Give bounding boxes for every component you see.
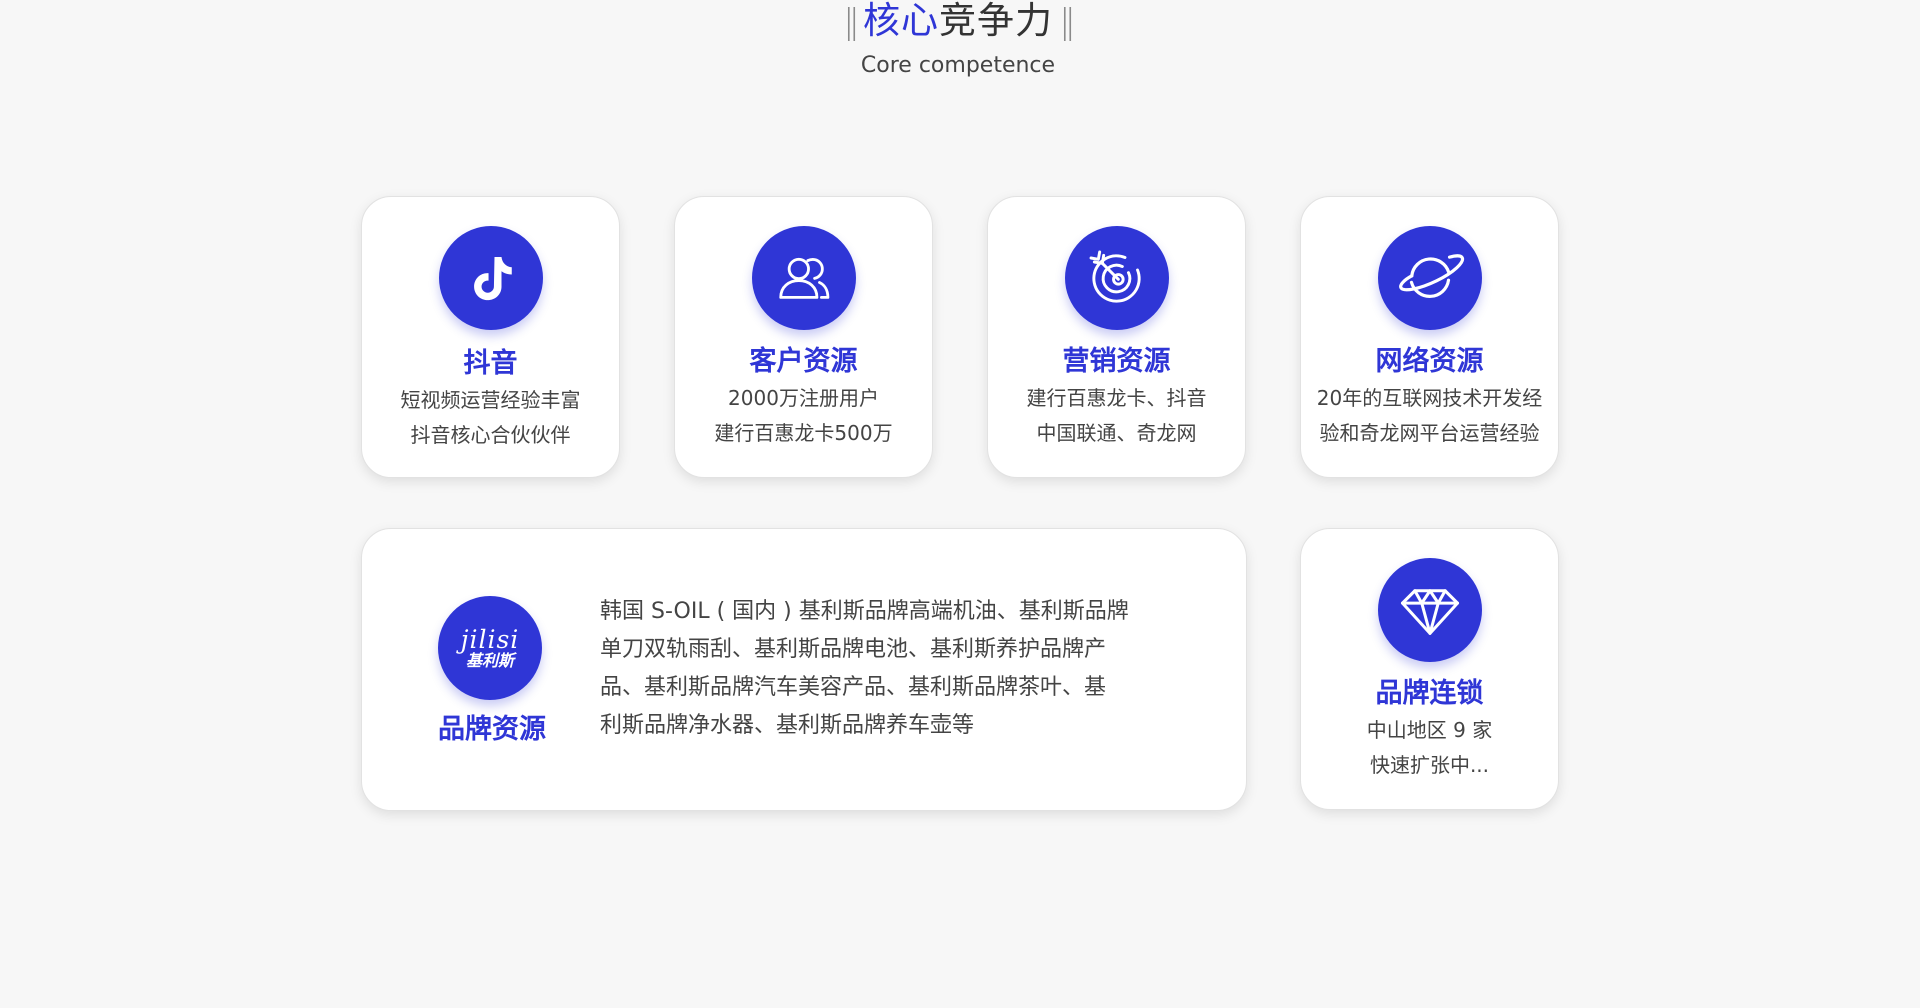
card-description-line: 2000万注册用户 bbox=[728, 386, 879, 410]
card-douyin: 抖音 短视频运营经验丰富 抖音核心合伙伙伴 bbox=[361, 196, 620, 478]
card-title: 品牌资源 bbox=[438, 714, 546, 745]
section-title: ‖ 核心竞争力 ‖ bbox=[0, 0, 1916, 43]
card-description: 短视频运营经验丰富 抖音核心合伙伙伴 bbox=[362, 383, 619, 453]
card-description-line: 单刀双轨雨刮、基利斯品牌电池、基利斯养护品牌产 bbox=[600, 637, 1107, 662]
title-bars-left: ‖ bbox=[843, 2, 860, 42]
logo-latin-text: jilisi bbox=[460, 625, 520, 654]
card-description-line: 建行百惠龙卡、抖音 bbox=[1026, 386, 1207, 410]
card-title: 营销资源 bbox=[1062, 346, 1171, 377]
card-description-line: 快速扩张中... bbox=[1369, 753, 1490, 777]
jilisi-logo: jilisi 基利斯 bbox=[461, 627, 520, 669]
title-accent: 核心 bbox=[863, 0, 939, 42]
tiktok-icon bbox=[439, 226, 543, 330]
card-title: 抖音 bbox=[463, 348, 518, 379]
card-description-line: 中山地区 9 家 bbox=[1366, 718, 1493, 742]
card-marketing-resources: 营销资源 建行百惠龙卡、抖音 中国联通、奇龙网 bbox=[987, 196, 1246, 478]
card-brand-resources: jilisi 基利斯 品牌资源 韩国 S-OIL ( 国内 ) 基利斯品牌高端机… bbox=[361, 528, 1247, 811]
card-brand-chain: 品牌连锁 中山地区 9 家 快速扩张中... bbox=[1300, 528, 1559, 810]
title-rest: 竞争力 bbox=[939, 0, 1053, 42]
planet-icon bbox=[1378, 226, 1482, 330]
card-description: 2000万注册用户 建行百惠龙卡500万 bbox=[675, 381, 932, 451]
section-subtitle: Core competence bbox=[860, 53, 1056, 78]
core-competence-section: ‖ 核心竞争力 ‖ Core competence 抖音 短视频运营经验丰富 抖音核… bbox=[0, 0, 1920, 1008]
card-customer-resources: 客户资源 2000万注册用户 建行百惠龙卡500万 bbox=[674, 196, 933, 478]
card-network-resources: 网络资源 20年的互联网技术开发经 验和奇龙网平台运营经验 bbox=[1300, 196, 1559, 478]
card-description-line: 验和奇龙网平台运营经验 bbox=[1319, 421, 1540, 445]
card-title: 客户资源 bbox=[749, 346, 858, 377]
diamond-icon bbox=[1378, 558, 1482, 662]
card-title: 品牌连锁 bbox=[1375, 678, 1484, 709]
card-description-line: 韩国 S-OIL ( 国内 ) 基利斯品牌高端机油、基利斯品牌 bbox=[600, 599, 1129, 624]
card-description: 20年的互联网技术开发经 验和奇龙网平台运营经验 bbox=[1301, 381, 1558, 451]
logo-han-text: 基利斯 bbox=[465, 651, 514, 670]
card-description-line: 短视频运营经验丰富 bbox=[400, 388, 581, 412]
title-bars-right: ‖ bbox=[1059, 2, 1076, 42]
card-description: 建行百惠龙卡、抖音 中国联通、奇龙网 bbox=[988, 381, 1245, 451]
jilisi-logo-icon: jilisi 基利斯 bbox=[438, 596, 542, 700]
card-description-line: 20年的互联网技术开发经 bbox=[1316, 386, 1543, 410]
users-icon bbox=[752, 226, 856, 330]
card-description-line: 利斯品牌净水器、基利斯品牌养车壶等 bbox=[600, 713, 975, 738]
card-title: 网络资源 bbox=[1375, 346, 1484, 377]
card-description-line: 中国联通、奇龙网 bbox=[1036, 421, 1197, 445]
card-description: 中山地区 9 家 快速扩张中... bbox=[1301, 713, 1558, 783]
card-description-line: 建行百惠龙卡500万 bbox=[714, 421, 893, 445]
card-description-line: 抖音核心合伙伙伴 bbox=[410, 423, 571, 447]
card-description-line: 品、基利斯品牌汽车美容产品、基利斯品牌茶叶、基 bbox=[600, 675, 1107, 700]
card-description: 韩国 S-OIL ( 国内 ) 基利斯品牌高端机油、基利斯品牌 单刀双轨雨刮、基… bbox=[600, 593, 1170, 745]
target-icon bbox=[1065, 226, 1169, 330]
